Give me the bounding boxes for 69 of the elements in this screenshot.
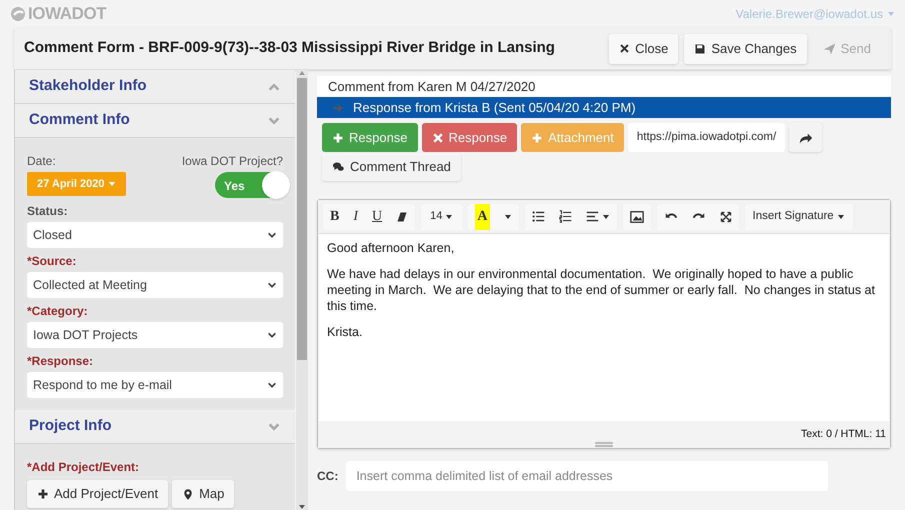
eraser-icon	[396, 210, 408, 222]
share-button[interactable]	[789, 123, 822, 152]
close-button[interactable]: Close	[609, 34, 678, 64]
expand-icon	[720, 210, 732, 222]
select-field[interactable]: Iowa DOT Projects	[27, 322, 283, 348]
link-field[interactable]: https://pima.iowadotpi.com/	[628, 123, 786, 152]
add-project-button[interactable]: Add Project/Event	[27, 480, 168, 508]
scroll-down-icon[interactable]	[298, 504, 306, 510]
date-label: Date:	[27, 153, 57, 170]
map-button[interactable]: Map	[172, 480, 234, 508]
arrow-icon	[331, 102, 345, 114]
close-icon	[619, 43, 630, 54]
speech-bubbles-icon	[332, 161, 345, 173]
select-field[interactable]: Collected at Meeting	[27, 272, 283, 298]
caret-icon	[887, 10, 895, 18]
font-size-dropdown[interactable]: 14	[421, 204, 462, 230]
caret-icon	[445, 212, 454, 220]
underline-button[interactable]: U	[365, 204, 390, 230]
field-label: Status:	[27, 203, 69, 220]
bulleted-list-icon	[532, 210, 545, 223]
chevron-down-icon	[267, 230, 277, 240]
section-header[interactable]: Stakeholder Info	[15, 70, 295, 104]
logo-text: IOWADOT	[28, 3, 106, 26]
scrollbar[interactable]	[296, 70, 308, 510]
section-header[interactable]: Project Info	[15, 410, 295, 444]
editor-paragraph: We have had delays in our environmental documentation. We originally hoped to have a public meeting in March. We are delaying that to the end of summer or early fall. No changes in status at this time.	[327, 266, 876, 314]
caret-icon	[836, 212, 845, 220]
form-title: Comment Form - BRF-009-9(73)--38-03 Mississippi River Bridge in Lansing	[24, 38, 555, 58]
paper-plane-icon	[822, 42, 836, 55]
select-field[interactable]: Respond to me by e-mail	[27, 372, 283, 398]
logo-swoosh-icon	[10, 6, 26, 22]
field-label: *Category:	[27, 303, 89, 320]
plus-icon	[332, 132, 344, 144]
caret-icon	[602, 212, 610, 220]
cc-field[interactable]: Insert comma delimited list of email addresses	[346, 461, 828, 491]
field-label: *Add Project/Event:	[27, 459, 140, 476]
thread-item[interactable]: Response from Krista B (Sent 05/04/20 4:20 PM)	[317, 97, 891, 118]
thread-item[interactable]: Comment from Karen M 04/27/2020	[317, 76, 891, 97]
resize-handle[interactable]	[595, 442, 613, 447]
select-field[interactable]: Closed	[27, 222, 283, 248]
x-icon	[432, 132, 444, 144]
plus-icon	[37, 488, 49, 500]
rich-text-editor[interactable]	[317, 199, 891, 449]
project-label: Iowa DOT Project?	[182, 153, 283, 170]
caret-icon	[108, 180, 116, 188]
section-header[interactable]: Comment Info	[15, 104, 295, 138]
chevron-down-icon	[267, 380, 277, 390]
align-icon	[586, 210, 599, 223]
caret-icon	[504, 212, 512, 220]
editor-paragraph: Good afternoon Karen,	[327, 240, 456, 256]
delete-response-button[interactable]: Response	[422, 123, 518, 152]
numbered-list-icon	[558, 210, 572, 223]
highlight-button[interactable]: A	[475, 204, 490, 230]
map-pin-icon	[182, 488, 194, 500]
scroll-thumb[interactable]	[297, 78, 307, 360]
bold-button[interactable]: B	[323, 204, 346, 230]
chevron-down-icon	[267, 330, 277, 340]
character-counter: Text: 0 / HTML: 11	[801, 426, 886, 442]
cc-label: CC:	[317, 468, 338, 485]
chevron-down-icon	[267, 280, 277, 290]
image-icon	[630, 210, 644, 224]
save-button[interactable]: Save Changes	[684, 34, 807, 64]
plus-icon	[531, 132, 544, 144]
insert-signature-dropdown[interactable]: Insert Signature	[744, 204, 853, 230]
editor-paragraph: Krista.	[327, 324, 364, 340]
field-label: *Source:	[27, 253, 78, 270]
comment-thread-button[interactable]: Comment Thread	[322, 153, 461, 181]
field-label: *Response:	[27, 353, 94, 370]
italic-button[interactable]: I	[346, 204, 366, 230]
